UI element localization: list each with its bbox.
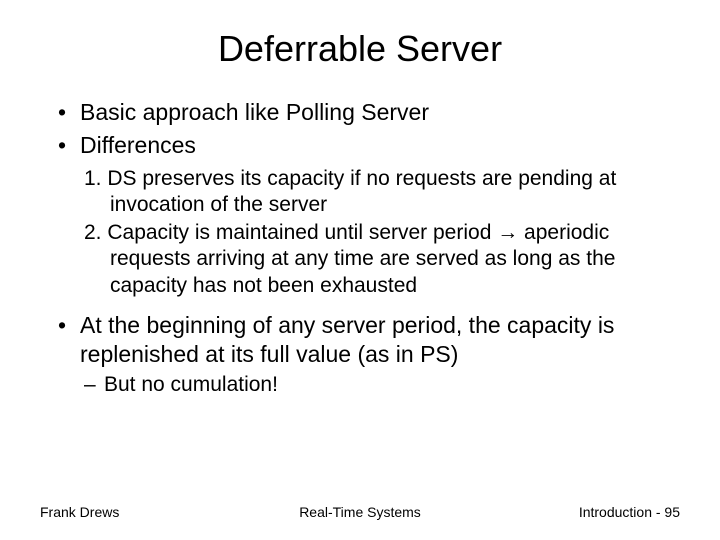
slide-body: Basic approach like Polling Server Diffe… bbox=[0, 98, 720, 399]
bullet-item: Basic approach like Polling Server bbox=[58, 98, 680, 127]
bullet-item: At the beginning of any server period, t… bbox=[58, 311, 680, 369]
bullet-list: Basic approach like Polling Server Diffe… bbox=[40, 98, 680, 160]
numbered-item: 2. Capacity is maintained until server p… bbox=[84, 220, 680, 299]
slide-title: Deferrable Server bbox=[0, 0, 720, 86]
dash-item: But no cumulation! bbox=[84, 372, 680, 398]
numbered-list: 1. DS preserves its capacity if no reque… bbox=[40, 166, 680, 299]
footer-author: Frank Drews bbox=[40, 504, 119, 520]
bullet-list: At the beginning of any server period, t… bbox=[40, 311, 680, 369]
footer-page: Introduction - 95 bbox=[579, 504, 680, 520]
slide-footer: Frank Drews Real-Time Systems Introducti… bbox=[0, 504, 720, 520]
bullet-item: Differences bbox=[58, 131, 680, 160]
dash-list: But no cumulation! bbox=[40, 372, 680, 398]
numbered-item: 1. DS preserves its capacity if no reque… bbox=[84, 166, 680, 219]
slide: Deferrable Server Basic approach like Po… bbox=[0, 0, 720, 540]
